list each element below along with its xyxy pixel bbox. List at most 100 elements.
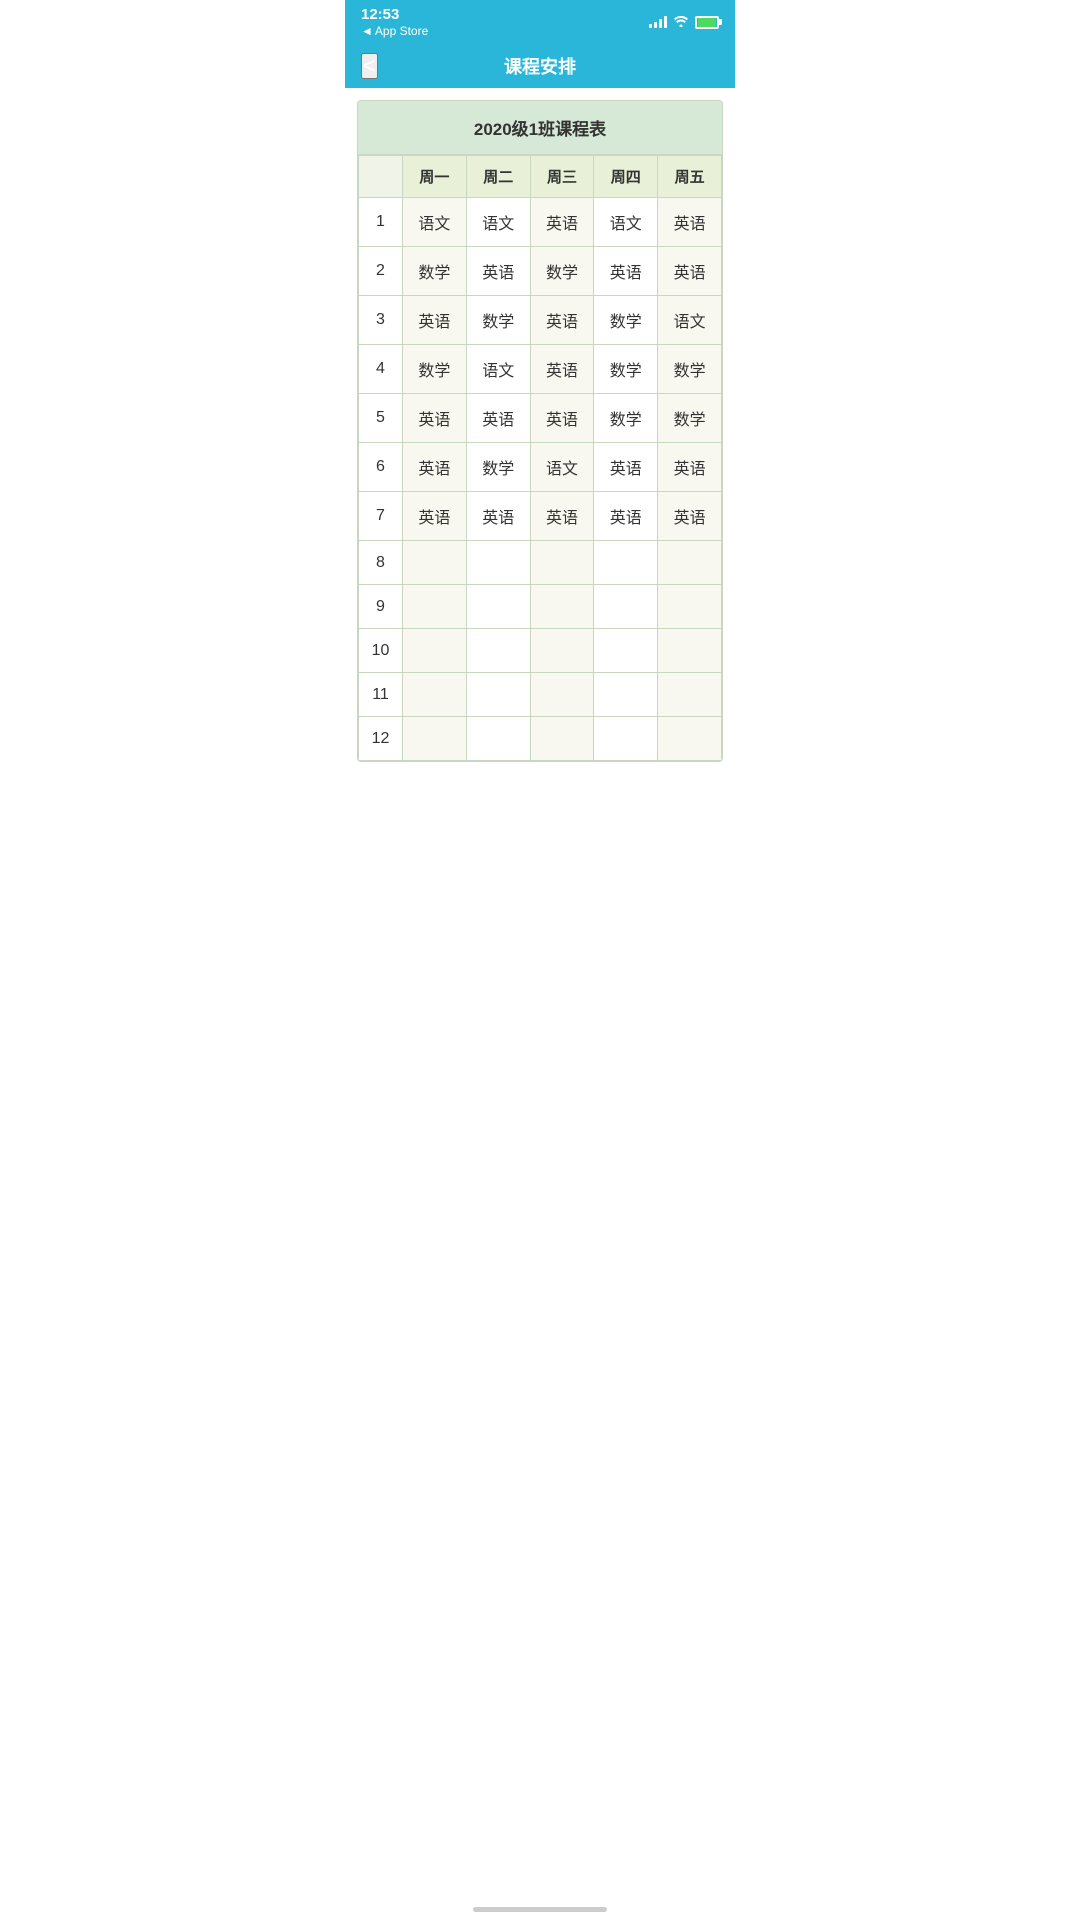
table-row: 12 <box>359 717 722 761</box>
table-row: 3英语数学英语数学语文 <box>359 296 722 345</box>
cell-fri: 语文 <box>658 296 722 345</box>
cell-wed: 英语 <box>530 492 594 541</box>
cell-tue <box>466 541 530 585</box>
table-row: 6英语数学语文英语英语 <box>359 443 722 492</box>
cell-wed: 英语 <box>530 198 594 247</box>
cell-tue <box>466 717 530 761</box>
wifi-icon <box>673 14 689 30</box>
signal-icon <box>649 16 667 28</box>
cell-thu <box>594 673 658 717</box>
back-arrow-small: ◄ <box>361 24 373 38</box>
cell-thu: 英语 <box>594 492 658 541</box>
cell-wed: 英语 <box>530 394 594 443</box>
cell-fri: 数学 <box>658 345 722 394</box>
row-number: 8 <box>359 541 403 585</box>
home-indicator <box>473 1907 607 1912</box>
table-row: 9 <box>359 585 722 629</box>
cell-mon: 语文 <box>403 198 467 247</box>
cell-thu <box>594 629 658 673</box>
cell-tue: 语文 <box>466 345 530 394</box>
row-number: 5 <box>359 394 403 443</box>
cell-mon: 英语 <box>403 443 467 492</box>
table-header-row: 周一 周二 周三 周四 周五 <box>359 156 722 198</box>
cell-tue: 英语 <box>466 492 530 541</box>
cell-wed <box>530 585 594 629</box>
status-bar: 12:53 ◄ App Store <box>345 0 735 44</box>
cell-tue <box>466 673 530 717</box>
cell-thu: 语文 <box>594 198 658 247</box>
cell-fri <box>658 673 722 717</box>
cell-mon <box>403 673 467 717</box>
table-row: 5英语英语英语数学数学 <box>359 394 722 443</box>
cell-thu: 数学 <box>594 296 658 345</box>
header-tue: 周二 <box>466 156 530 198</box>
battery-icon <box>695 16 719 29</box>
cell-mon <box>403 717 467 761</box>
table-row: 7英语英语英语英语英语 <box>359 492 722 541</box>
cell-tue: 英语 <box>466 247 530 296</box>
row-number: 6 <box>359 443 403 492</box>
cell-thu <box>594 541 658 585</box>
cell-tue: 数学 <box>466 296 530 345</box>
header-wed: 周三 <box>530 156 594 198</box>
cell-mon: 数学 <box>403 345 467 394</box>
cell-thu: 数学 <box>594 345 658 394</box>
cell-wed: 数学 <box>530 247 594 296</box>
table-row: 4数学语文英语数学数学 <box>359 345 722 394</box>
row-number: 7 <box>359 492 403 541</box>
back-button[interactable]: < <box>361 53 378 79</box>
status-time: 12:53 <box>361 6 399 24</box>
cell-wed <box>530 673 594 717</box>
row-number: 2 <box>359 247 403 296</box>
status-appstore: ◄ App Store <box>361 24 428 38</box>
row-number: 1 <box>359 198 403 247</box>
cell-thu: 英语 <box>594 247 658 296</box>
cell-tue: 数学 <box>466 443 530 492</box>
cell-wed: 英语 <box>530 345 594 394</box>
table-title: 2020级1班课程表 <box>358 101 722 155</box>
schedule-table: 周一 周二 周三 周四 周五 1语文语文英语语文英语2数学英语数学英语英语3英语… <box>358 155 722 761</box>
cell-mon: 英语 <box>403 296 467 345</box>
cell-mon <box>403 541 467 585</box>
status-left: 12:53 ◄ App Store <box>361 6 428 38</box>
header-mon: 周一 <box>403 156 467 198</box>
cell-tue <box>466 629 530 673</box>
cell-thu: 数学 <box>594 394 658 443</box>
header-thu: 周四 <box>594 156 658 198</box>
row-number: 10 <box>359 629 403 673</box>
status-right <box>649 14 719 30</box>
cell-fri: 英语 <box>658 492 722 541</box>
cell-mon: 英语 <box>403 394 467 443</box>
cell-wed: 英语 <box>530 296 594 345</box>
cell-thu <box>594 717 658 761</box>
cell-mon <box>403 629 467 673</box>
schedule-container: 2020级1班课程表 周一 周二 周三 周四 周五 1语文语文英语语文英语2数学… <box>357 100 723 762</box>
cell-fri <box>658 541 722 585</box>
cell-fri <box>658 717 722 761</box>
cell-wed: 语文 <box>530 443 594 492</box>
row-number: 11 <box>359 673 403 717</box>
cell-mon: 英语 <box>403 492 467 541</box>
cell-fri: 数学 <box>658 394 722 443</box>
table-row: 8 <box>359 541 722 585</box>
cell-fri <box>658 629 722 673</box>
row-number: 3 <box>359 296 403 345</box>
row-number: 9 <box>359 585 403 629</box>
cell-wed <box>530 541 594 585</box>
row-number: 12 <box>359 717 403 761</box>
cell-tue <box>466 585 530 629</box>
nav-bar: < 课程安排 <box>345 44 735 88</box>
row-number: 4 <box>359 345 403 394</box>
table-row: 1语文语文英语语文英语 <box>359 198 722 247</box>
cell-thu: 英语 <box>594 443 658 492</box>
header-empty <box>359 156 403 198</box>
table-row: 11 <box>359 673 722 717</box>
cell-fri <box>658 585 722 629</box>
cell-fri: 英语 <box>658 247 722 296</box>
cell-tue: 英语 <box>466 394 530 443</box>
cell-fri: 英语 <box>658 198 722 247</box>
header-fri: 周五 <box>658 156 722 198</box>
appstore-label: App Store <box>375 24 428 38</box>
cell-thu <box>594 585 658 629</box>
cell-mon <box>403 585 467 629</box>
